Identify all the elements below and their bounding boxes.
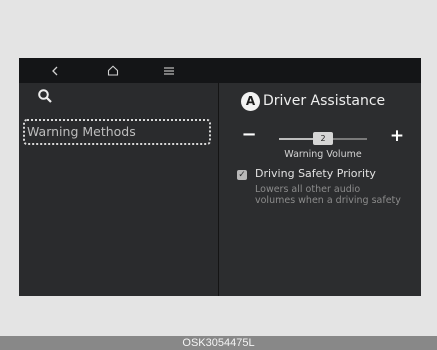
home-icon — [107, 65, 119, 76]
volume-increase-label: + — [389, 126, 405, 146]
slider-thumb[interactable]: 2 — [313, 132, 333, 145]
home-button[interactable] — [98, 58, 128, 83]
volume-increase-button[interactable]: + — [389, 126, 405, 146]
top-bar — [19, 58, 421, 83]
warning-volume-slider[interactable]: 2 — [279, 132, 367, 145]
driving-safety-priority-description: Lowers all other audio volumes when a dr… — [255, 184, 421, 206]
driving-safety-priority-label[interactable]: Driving Safety Priority — [255, 167, 376, 180]
driving-safety-priority-checkbox[interactable]: ✓ — [237, 170, 247, 180]
back-button[interactable] — [40, 58, 70, 83]
page-title-text: Driver Assistance — [263, 93, 386, 109]
checkmark-icon: ✓ — [238, 170, 246, 180]
settings-menu-panel: Warning Methods — [19, 83, 218, 296]
callout-badge: A — [241, 91, 260, 111]
menu-item-label: Warning Methods — [27, 124, 136, 139]
figure-caption: OSK3054475L — [0, 336, 437, 350]
search-icon — [38, 89, 52, 103]
volume-decrease-button[interactable]: − — [241, 126, 257, 144]
page-title: A Driver Assistance — [241, 90, 385, 112]
search-button[interactable] — [37, 88, 57, 106]
menu-button[interactable] — [154, 58, 184, 83]
warning-volume-label: Warning Volume — [284, 149, 362, 160]
infotainment-screen: Warning Methods A Driver Assistance − 2 … — [19, 58, 421, 296]
chevron-left-icon — [52, 66, 58, 75]
settings-detail-panel: A Driver Assistance − 2 + Warning Volume… — [219, 83, 421, 296]
hamburger-menu-icon — [164, 66, 174, 75]
volume-decrease-label: − — [241, 124, 257, 145]
description-line: volumes when a driving safety — [255, 195, 401, 206]
menu-item-warning-methods[interactable]: Warning Methods — [23, 119, 211, 145]
description-line: Lowers all other audio — [255, 184, 361, 195]
volume-value: 2 — [320, 134, 326, 143]
